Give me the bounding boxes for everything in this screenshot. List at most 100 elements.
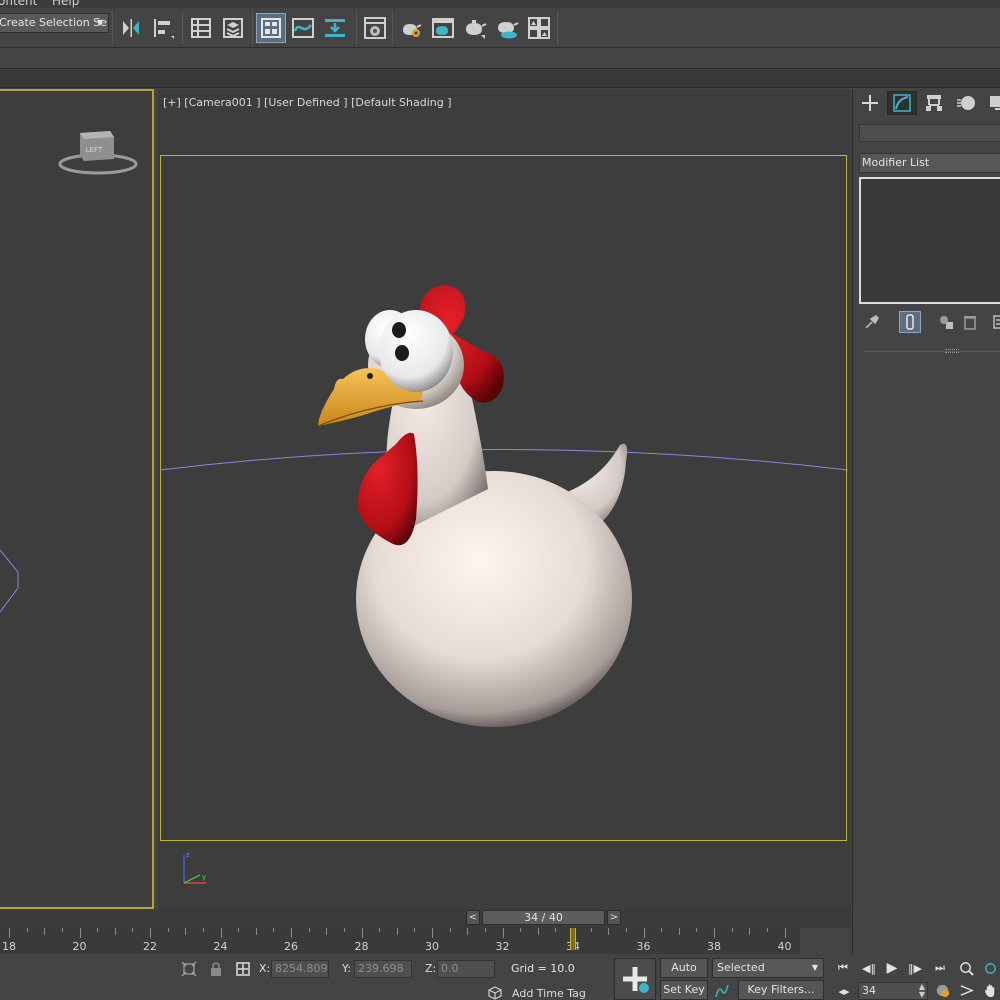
render-production-button[interactable] (460, 13, 490, 43)
time-slider-next-button[interactable]: > (607, 910, 621, 925)
camera-viewport[interactable]: [+] [Camera001 ] [User Defined ] [Defaul… (158, 89, 851, 909)
grid-size-label: Grid = 10.0 (511, 962, 575, 975)
mirror-button[interactable] (116, 13, 146, 43)
key-mode-dropdown[interactable]: Selected ▼ (712, 958, 824, 978)
trackbar-tick (502, 928, 504, 938)
left-viewport[interactable]: LEFT (0, 89, 154, 909)
object-name-field[interactable] (859, 124, 1000, 142)
previous-frame-button[interactable]: ◀‖ (859, 960, 879, 976)
trackbar-tick (114, 928, 116, 935)
pin-icon (865, 315, 879, 329)
render-setup-button[interactable] (396, 13, 426, 43)
trash-icon (964, 316, 976, 330)
command-panel-tabs (853, 89, 1000, 117)
configure-modifier-sets-button[interactable] (989, 311, 1000, 333)
tab-modify[interactable] (887, 91, 917, 115)
current-frame-marker[interactable] (570, 928, 576, 950)
align-button[interactable] (148, 13, 178, 43)
field-of-view-button[interactable] (956, 982, 976, 998)
time-slider-thumb[interactable]: 34 / 40 (482, 910, 605, 925)
trackbar-tick (537, 928, 539, 935)
layer-explorer-button[interactable] (218, 13, 248, 43)
zoom-button[interactable] (956, 960, 976, 976)
viewcube-label[interactable]: LEFT (86, 146, 103, 154)
rollout-grip[interactable] (945, 349, 959, 353)
trackbar-tick (590, 928, 592, 932)
ribbon-area (0, 49, 1000, 69)
modifier-stack[interactable] (859, 177, 1000, 304)
chicken-pupil-right (395, 345, 409, 361)
current-frame-field[interactable]: 34 ▲ ▼ (858, 982, 928, 1000)
time-slider[interactable]: < 34 / 40 > (0, 909, 851, 928)
toolbar-separator (557, 11, 558, 45)
pan-button[interactable] (980, 982, 1000, 998)
zoom-all-button[interactable] (980, 960, 1000, 976)
download-icon (325, 19, 345, 37)
make-unique-button[interactable] (935, 311, 957, 333)
menu-item-content[interactable]: ontent (0, 0, 37, 8)
material-editor-button[interactable] (360, 13, 390, 43)
trackbar-label: 38 (707, 940, 721, 953)
time-slider-prev-button[interactable]: < (466, 910, 480, 925)
y-coord-field[interactable]: 239.698 (354, 960, 412, 978)
key-mode-toggle[interactable]: ◂▸ (834, 983, 854, 999)
toggle-ribbon-button[interactable] (256, 13, 286, 43)
plus-icon (862, 95, 878, 111)
key-filters-button[interactable]: Key Filters... (738, 980, 824, 1000)
rendered-frame-window-button[interactable] (428, 13, 458, 43)
time-configuration-button[interactable] (932, 982, 952, 998)
trackbar-tick (414, 928, 416, 932)
go-to-start-button[interactable]: ⏮ (833, 960, 853, 976)
modifier-list-dropdown[interactable]: Modifier List (859, 153, 1000, 173)
tab-create[interactable] (855, 91, 885, 115)
show-end-result-button[interactable] (899, 311, 921, 333)
tab-motion[interactable] (951, 91, 981, 115)
teapot-gear-icon (403, 24, 422, 37)
trackbar-tick (432, 928, 433, 938)
x-coord-label: X: (259, 962, 271, 975)
trackbar[interactable]: 182022242628303234363840 (0, 928, 800, 954)
curve-editor-button[interactable] (288, 13, 318, 43)
cube-icon (488, 986, 502, 1000)
add-time-tag-button[interactable]: Add Time Tag (512, 987, 586, 1000)
trackbar-label: 20 (72, 940, 87, 953)
transform-mode-button[interactable] (234, 960, 252, 978)
transform-icon (236, 962, 250, 976)
go-to-end-button[interactable]: ⏭ (930, 960, 950, 976)
trackbar-tick (97, 928, 99, 932)
schematic-view-button[interactable] (320, 13, 350, 43)
trackbar-tick (608, 928, 610, 935)
next-frame-button[interactable]: ‖▶ (905, 960, 925, 976)
x-coord-field[interactable]: 8254.809 (271, 960, 329, 978)
trackbar-tick (273, 928, 275, 932)
play-button[interactable]: ▶ (882, 960, 902, 976)
render-in-cloud-button[interactable] (492, 13, 522, 43)
selection-set-label: Create Selection Se (0, 16, 107, 29)
tab-display[interactable] (983, 91, 1000, 115)
curve-editor-icon (292, 18, 314, 38)
key-mode-icon: ◂▸ (838, 984, 850, 998)
status-bar: X: 8254.809 Y: 239.698 Z: 0.0 Grid = 10.… (0, 954, 1000, 1000)
camera-path-curve (159, 449, 849, 471)
set-keys-button[interactable] (614, 958, 656, 1000)
menu-item-help[interactable]: Help (52, 0, 79, 8)
isolate-selection-button[interactable] (180, 960, 198, 978)
trackbar-tick (291, 928, 292, 938)
trackbar-label: 26 (284, 940, 298, 953)
trackbar-tick (520, 928, 522, 932)
remove-modifier-button[interactable] (959, 311, 981, 333)
selection-set-dropdown[interactable]: Create Selection Se ▼ (0, 13, 109, 33)
pin-stack-button[interactable] (861, 311, 883, 333)
left-viewport-canvas: LEFT (0, 131, 138, 613)
auto-key-button[interactable]: Auto Key (660, 958, 708, 992)
z-coord-field[interactable]: 0.0 (437, 960, 495, 978)
trackbar-tick (308, 928, 310, 932)
scene-explorer-button[interactable] (186, 13, 216, 43)
default-in-out-tangents-button[interactable] (713, 982, 731, 1000)
spinner-icon[interactable]: ▲ ▼ (919, 983, 925, 999)
tab-hierarchy[interactable] (919, 91, 949, 115)
selection-lock-button[interactable] (207, 960, 225, 978)
trackbar-tick (326, 928, 328, 935)
set-key-button[interactable]: Set Key (660, 980, 708, 1000)
render-gallery-button[interactable] (524, 13, 554, 43)
